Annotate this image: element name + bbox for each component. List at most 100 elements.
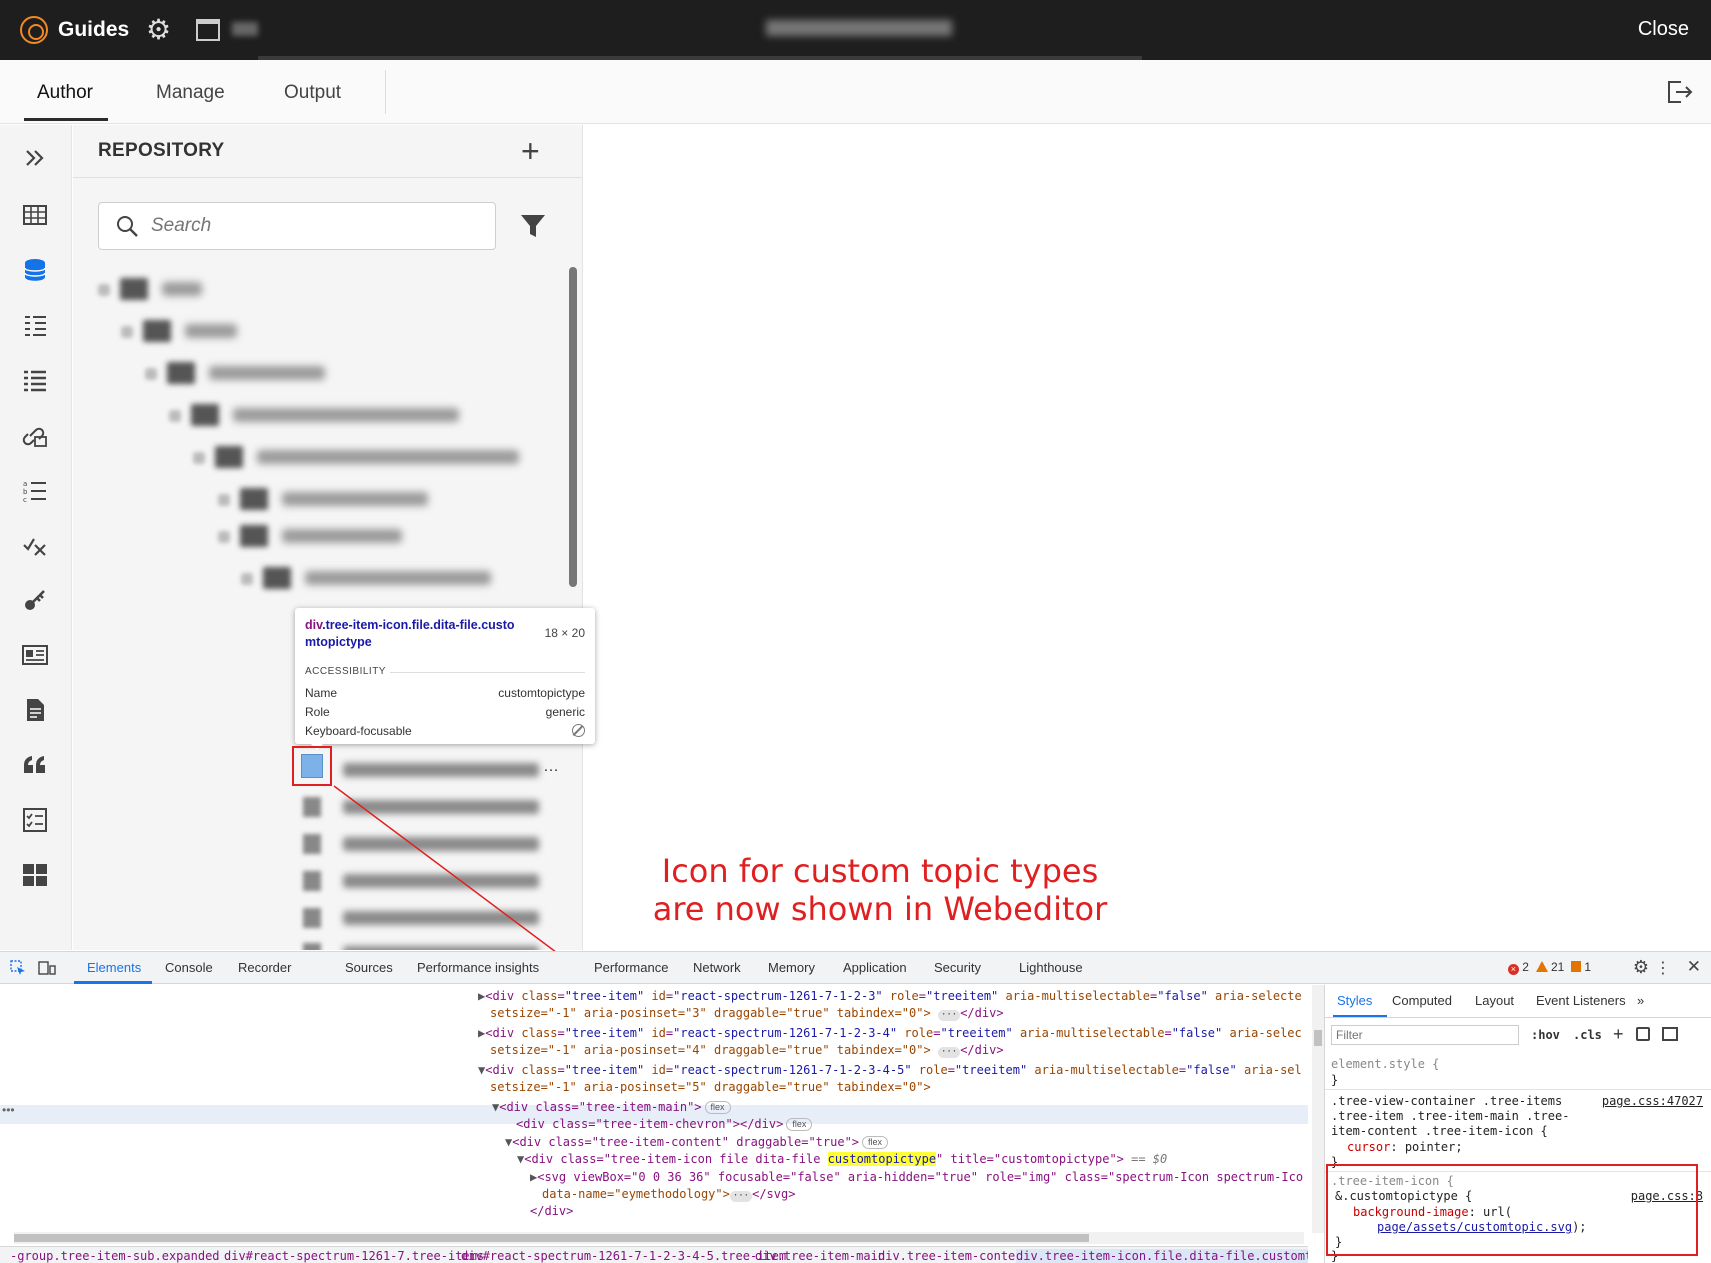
link-document-icon[interactable] [20,420,50,450]
devtools-tab-console[interactable]: Console [165,960,213,975]
dom-node-continued: setsize="-1" aria-posinset="3" draggable… [490,1006,1004,1021]
tree-folder-row[interactable] [193,444,523,472]
tab-author[interactable]: Author [37,82,93,104]
error-count: 2 [1522,960,1529,974]
check-variable-icon[interactable] [20,530,50,560]
dom-horizontal-scrollbar[interactable] [14,1232,1304,1244]
repository-database-icon[interactable] [20,255,50,285]
dom-vertical-scrollbar[interactable] [1312,985,1324,1233]
css-selector[interactable]: item-content .tree-item-icon { [1331,1124,1548,1139]
devtools-tab-security[interactable]: Security [934,960,981,975]
bulleted-list-icon[interactable] [20,365,50,395]
more-tabs-chevron-icon[interactable]: » [1637,993,1644,1008]
tree-folder-row[interactable] [98,276,258,304]
dom-node-selected[interactable]: ▼<div class="tree-item-icon file dita-fi… [517,1151,1167,1168]
tab-output[interactable]: Output [284,82,341,104]
tree-file-row[interactable] [303,939,582,950]
repository-scrollbar[interactable] [569,267,577,587]
tree-file-row[interactable] [303,793,582,821]
devtools-tab-application[interactable]: Application [843,960,907,975]
css-selector[interactable]: .tree-item .tree-item-main .tree- [1331,1109,1569,1124]
highlighted-customtopic-icon[interactable] [292,746,332,786]
paint-format-icon[interactable] [1636,1027,1650,1041]
tree-file-row[interactable] [303,867,582,895]
breadcrumb-item[interactable]: -group.tree-item-sub.expanded [10,1249,220,1263]
tree-folder-row[interactable] [169,402,469,430]
checklist-icon[interactable] [20,805,50,835]
toggle-sidebar-icon[interactable] [1662,1027,1678,1041]
device-toolbar-icon[interactable] [38,960,56,976]
window-settings-icon[interactable] [196,19,220,41]
annotation-highlight-box [1326,1164,1698,1256]
issue-counters[interactable]: × 2 21 1 [1507,960,1591,975]
tree-file-row[interactable] [303,904,582,932]
dom-node[interactable]: ▼<div class="tree-item" id="react-spectr… [478,1062,1302,1079]
devtools-tab-performance[interactable]: Performance [594,960,668,975]
tree-folder-row[interactable] [218,486,458,514]
filter-icon[interactable] [519,212,547,240]
dom-node[interactable]: ▼<div class="tree-item-content" draggabl… [505,1134,889,1151]
styles-tab-computed[interactable]: Computed [1392,993,1452,1008]
close-button[interactable]: Close [1638,18,1689,41]
devtools-tab-elements[interactable]: Elements [87,960,141,975]
exit-icon[interactable] [1667,81,1693,103]
tree-file-row[interactable]: … [303,756,582,784]
devtools-tab-performance-insights[interactable]: Performance insights [417,960,539,975]
css-declaration[interactable]: cursor: pointer; [1347,1140,1463,1155]
dom-node[interactable]: ▶<div class="tree-item" id="react-spectr… [478,988,1302,1005]
tree-folder-row[interactable] [218,523,458,551]
add-rule-icon[interactable]: + [1613,1024,1624,1045]
dom-node[interactable]: </div> [530,1203,573,1220]
inspect-element-icon[interactable] [10,960,26,976]
dom-node[interactable]: ▶<div class="tree-item" id="react-spectr… [478,1025,1302,1042]
key-icon[interactable] [20,585,50,615]
styles-filter-input[interactable] [1331,1025,1519,1045]
outline-list-icon[interactable] [20,310,50,340]
devtools-tab-recorder[interactable]: Recorder [238,960,291,975]
class-toggle[interactable]: .cls [1573,1028,1602,1042]
grid-table-icon[interactable] [20,200,50,230]
devtools-tab-network[interactable]: Network [693,960,741,975]
dom-node[interactable]: <div class="tree-item-chevron"></div> fle… [516,1116,813,1133]
expand-chevrons-icon[interactable] [20,143,50,173]
css-selector[interactable]: .tree-view-container .tree-items [1331,1094,1562,1109]
breadcrumb-item-current[interactable]: div.tree-item-icon.file.dita-file.custom… [1016,1249,1308,1263]
dom-node[interactable]: ▼<div class="tree-item-main"> flex [492,1099,731,1116]
gear-icon[interactable]: ⚙ [146,16,171,44]
styles-tab-layout[interactable]: Layout [1475,993,1514,1008]
breadcrumb-item[interactable]: div#react-spectrum-1261-7-1-2-3-4-5.tree… [461,1249,786,1263]
tree-folder-row[interactable] [145,360,365,388]
close-devtools-icon[interactable]: ✕ [1687,957,1701,977]
more-options-icon[interactable]: ⋮ [1655,958,1671,978]
css-selector[interactable]: element.style { [1331,1057,1439,1072]
css-source-link[interactable]: page.css:47027 [1602,1094,1703,1108]
tree-folder-row[interactable] [121,318,291,346]
breadcrumb-item[interactable]: div.tree-item-content [878,1249,1030,1263]
abc-list-icon[interactable]: abc [20,475,50,505]
devtools-toolbar: Elements Console Recorder Sources Perfor… [0,952,1711,984]
tiles-grid-icon[interactable] [20,860,50,890]
tree-file-row[interactable] [303,830,582,858]
devtools-tab-sources[interactable]: Sources [345,960,393,975]
styles-tab-styles[interactable]: Styles [1337,993,1372,1008]
tab-manage[interactable]: Manage [156,82,225,104]
devtools-tab-memory[interactable]: Memory [768,960,815,975]
breadcrumb-item[interactable]: div.tree-item-main [755,1249,885,1263]
breadcrumb-item[interactable]: div#react-spectrum-1261-7.tree-items [224,1249,484,1263]
devtools-tab-lighthouse[interactable]: Lighthouse [1019,960,1083,975]
add-button[interactable]: + [521,133,540,170]
document-file-icon[interactable] [20,695,50,725]
dom-node-continued: setsize="-1" aria-posinset="4" draggable… [490,1043,1004,1058]
search-input[interactable] [151,211,481,241]
hover-state-toggle[interactable]: :hov [1531,1028,1560,1042]
tooltip-selector: div.tree-item-icon.file.dita-file.custom… [305,618,515,649]
dom-breadcrumbs: -group.tree-item-sub.expanded div#react-… [0,1246,1308,1263]
header-divider [73,177,582,178]
dom-node[interactable]: ▶<svg viewBox="0 0 36 36" focusable="fal… [530,1169,1303,1186]
quote-icon[interactable] [20,750,50,780]
annotation-text: Icon for custom topic types are now show… [600,852,1160,928]
styles-tab-event-listeners[interactable]: Event Listeners [1536,993,1626,1008]
tree-folder-row[interactable] [241,565,531,593]
profile-card-icon[interactable] [20,640,50,670]
devtools-settings-gear-icon[interactable]: ⚙ [1633,957,1649,978]
